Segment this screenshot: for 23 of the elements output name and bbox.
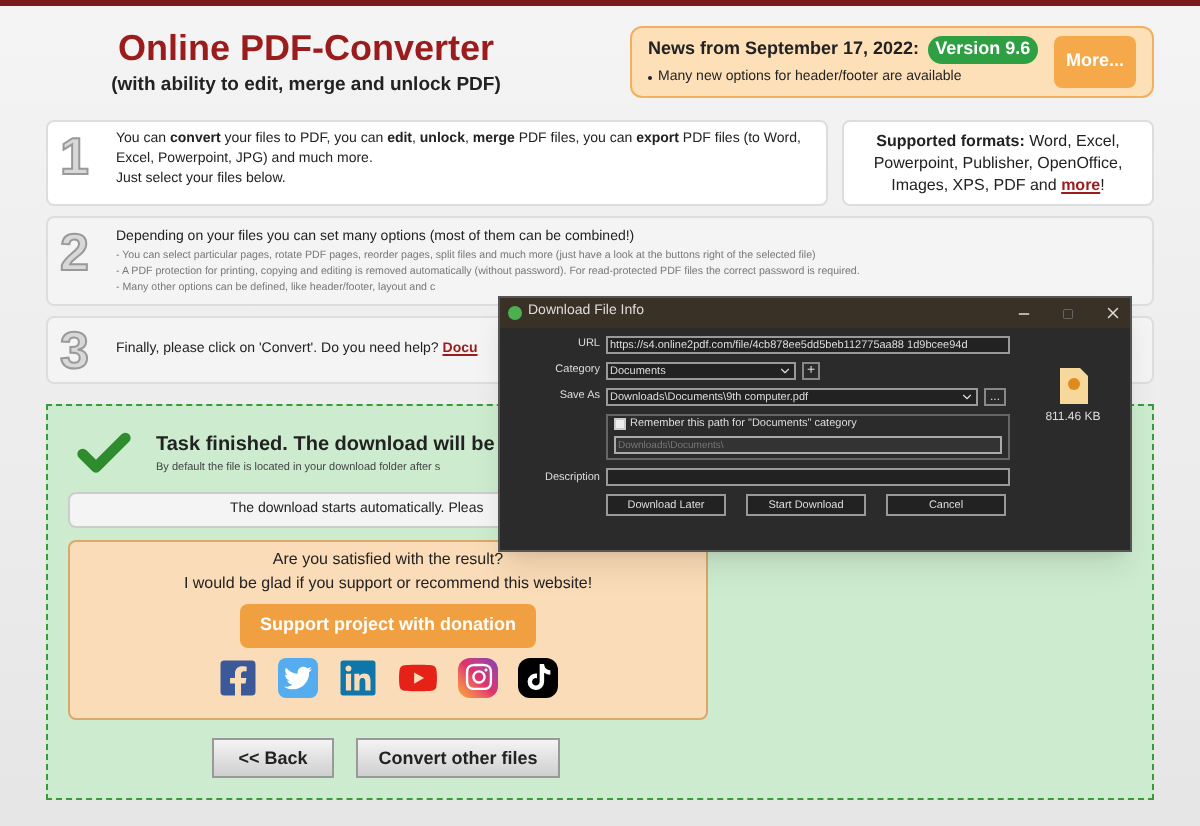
support-plea: I would be glad if you support or recommend this website! bbox=[183, 572, 593, 597]
task-title: Task finished. The download will be bbox=[156, 432, 495, 461]
step-number: 1 bbox=[60, 129, 91, 190]
close-icon[interactable] bbox=[1104, 304, 1122, 322]
page-subtitle: (with ability to edit, merge and unlock PDF) bbox=[111, 71, 501, 99]
instagram-icon[interactable] bbox=[458, 657, 498, 698]
formats-text: Supported formats: Word, Excel, Powerpoint, Publisher, OpenOffice, Images, XPS, PDF and more! bbox=[871, 129, 1125, 196]
convert-other-button[interactable]: Convert other files bbox=[356, 738, 560, 779]
step-number: 3 bbox=[60, 323, 91, 376]
support-question: Are you satisfied with the result? bbox=[272, 548, 504, 573]
linkedin-icon[interactable] bbox=[338, 657, 378, 698]
news-heading: News from September 17, 2022: bbox=[648, 36, 920, 62]
page-title: Online PDF-Converter bbox=[117, 26, 495, 71]
tiktok-icon[interactable] bbox=[518, 657, 558, 698]
file-icon bbox=[1059, 368, 1087, 404]
version-badge: Version 9.6 bbox=[927, 36, 1039, 63]
back-button[interactable]: << Back bbox=[212, 738, 334, 779]
app-icon bbox=[508, 306, 522, 320]
step-number: 2 bbox=[60, 225, 91, 286]
more-link[interactable]: more bbox=[1061, 175, 1101, 194]
remember-checkbox[interactable] bbox=[614, 418, 626, 431]
facebook-icon[interactable] bbox=[218, 657, 258, 698]
description-field[interactable] bbox=[606, 468, 1010, 487]
